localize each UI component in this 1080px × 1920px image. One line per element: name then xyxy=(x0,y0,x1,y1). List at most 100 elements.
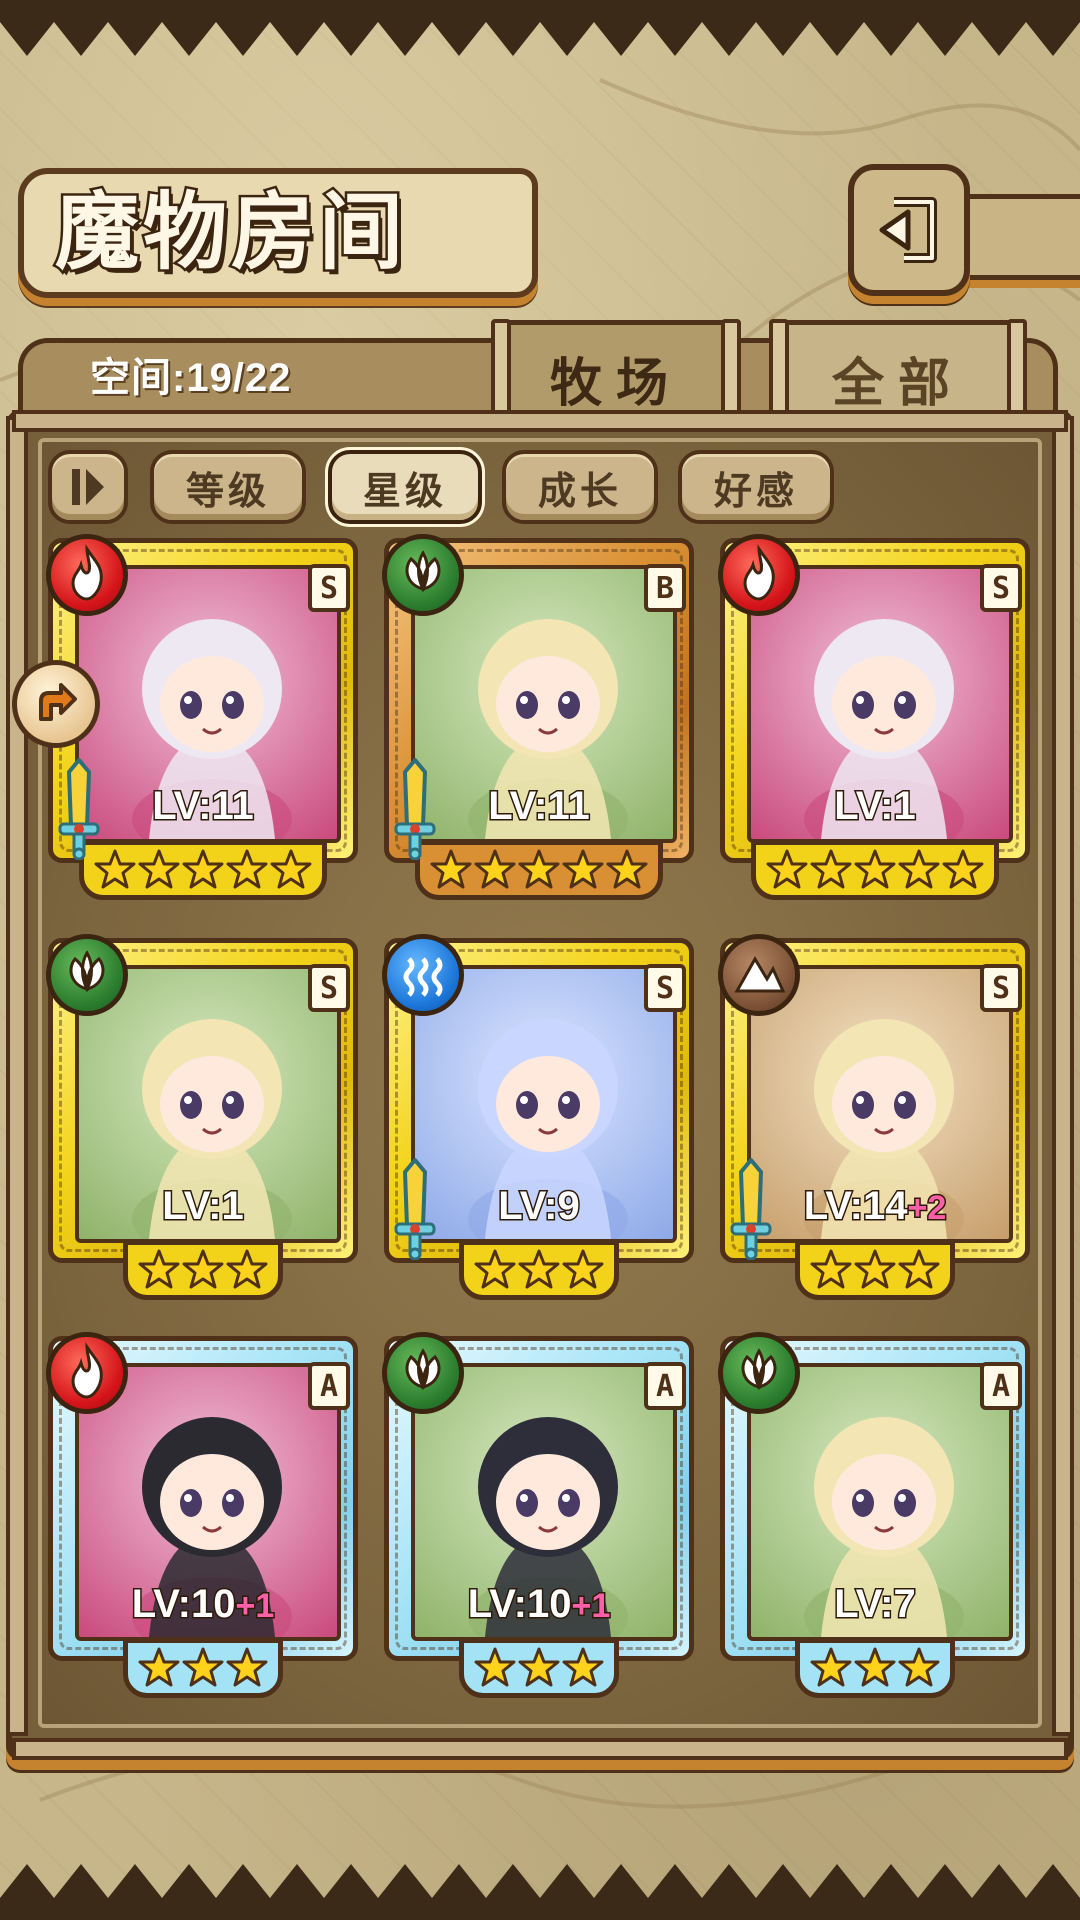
star-icon xyxy=(474,849,516,889)
filter-star-label: 星级 xyxy=(362,467,447,513)
star-icon xyxy=(854,1249,896,1289)
star-icon xyxy=(182,1249,224,1289)
grade-badge: A xyxy=(980,1362,1022,1410)
level-bonus: +1 xyxy=(570,1586,612,1627)
tab-pasture-label: 牧场 xyxy=(549,353,682,414)
grade-badge: S xyxy=(644,964,686,1012)
star-icon xyxy=(226,1647,268,1687)
level-label: LV:10+1 xyxy=(48,1581,358,1628)
sword-icon xyxy=(392,1156,438,1261)
star-icon xyxy=(226,1249,268,1289)
star-rating xyxy=(459,1638,619,1698)
grade-badge: S xyxy=(308,564,350,612)
grade-badge: S xyxy=(980,564,1022,612)
element-leaf-icon xyxy=(382,1332,464,1414)
filter-level-label: 等级 xyxy=(185,467,270,513)
star-icon xyxy=(854,849,896,889)
star-icon xyxy=(810,1249,852,1289)
star-icon xyxy=(138,849,180,889)
star-icon xyxy=(942,849,984,889)
panel-rail-right xyxy=(1052,416,1074,1736)
star-icon xyxy=(138,1249,180,1289)
star-icon xyxy=(898,1647,940,1687)
panel-rail-left xyxy=(6,416,28,1736)
level-text: LV:14 xyxy=(802,1183,909,1230)
level-label: LV:1 xyxy=(48,1183,358,1230)
star-rating xyxy=(415,840,663,900)
panel-rail-top xyxy=(12,410,1068,432)
star-icon xyxy=(606,849,648,889)
level-label: LV:1 xyxy=(720,783,1030,830)
star-icon xyxy=(854,1647,896,1687)
level-text: LV:10 xyxy=(130,1581,237,1628)
monster-card[interactable]: S LV:9 xyxy=(382,934,694,1303)
grade-badge: S xyxy=(980,964,1022,1012)
level-text: LV:1 xyxy=(161,1183,245,1230)
level-bonus: +2 xyxy=(906,1188,948,1229)
filter-level-button[interactable]: 等级 xyxy=(150,450,306,524)
star-icon xyxy=(766,849,808,889)
star-icon xyxy=(518,849,560,889)
monster-card[interactable]: S LV:1 xyxy=(46,934,358,1303)
star-icon xyxy=(898,849,940,889)
grade-badge: B xyxy=(644,564,686,612)
sort-toggle-icon xyxy=(72,469,104,505)
star-rating xyxy=(459,1240,619,1300)
star-icon xyxy=(474,1249,516,1289)
element-water-icon xyxy=(382,934,464,1016)
star-icon xyxy=(518,1249,560,1289)
grade-badge: A xyxy=(644,1362,686,1410)
element-leaf-icon xyxy=(718,1332,800,1414)
panel-rail-bottom xyxy=(12,1738,1068,1760)
side-scroll-button[interactable] xyxy=(12,660,100,748)
sort-toggle-button[interactable] xyxy=(48,450,128,524)
star-icon xyxy=(518,1647,560,1687)
grade-badge: A xyxy=(308,1362,350,1410)
element-fire-icon xyxy=(46,534,128,616)
monster-card[interactable]: S LV:14+2 xyxy=(718,934,1030,1303)
element-earth-icon xyxy=(718,934,800,1016)
filter-growth-button[interactable]: 成长 xyxy=(502,450,658,524)
star-rating xyxy=(123,1638,283,1698)
element-leaf-icon xyxy=(46,934,128,1016)
level-text: LV:7 xyxy=(833,1581,917,1628)
star-icon xyxy=(898,1249,940,1289)
element-fire-icon xyxy=(46,1332,128,1414)
level-text: LV:11 xyxy=(151,783,256,830)
star-rating xyxy=(123,1240,283,1300)
star-icon xyxy=(138,1647,180,1687)
star-rating xyxy=(79,840,327,900)
star-icon xyxy=(226,849,268,889)
level-label: LV:7 xyxy=(720,1581,1030,1628)
monster-card[interactable]: S LV:1 xyxy=(718,534,1030,903)
sword-icon xyxy=(392,756,438,861)
star-icon xyxy=(562,1249,604,1289)
level-text: LV:9 xyxy=(497,1183,581,1230)
star-rating xyxy=(751,840,999,900)
monster-card[interactable]: A LV:7 xyxy=(718,1332,1030,1701)
star-rating xyxy=(795,1638,955,1698)
filter-affection-label: 好感 xyxy=(713,467,798,513)
sword-icon xyxy=(56,756,102,861)
star-rating xyxy=(795,1240,955,1300)
filter-growth-label: 成长 xyxy=(537,467,622,513)
element-leaf-icon xyxy=(382,534,464,616)
tab-all-label: 全部 xyxy=(831,353,964,414)
level-label: LV:10+1 xyxy=(384,1581,694,1628)
back-button[interactable] xyxy=(848,164,970,296)
page-title: 魔物房间 xyxy=(52,180,408,284)
star-icon xyxy=(182,1647,224,1687)
back-rail xyxy=(968,194,1080,280)
space-counter: 空间:19/22 xyxy=(90,356,292,400)
monster-card[interactable]: A LV:10+1 xyxy=(46,1332,358,1701)
filter-star-button[interactable]: 星级 xyxy=(328,450,482,524)
star-icon xyxy=(810,1647,852,1687)
monster-card[interactable]: B LV:11 xyxy=(382,534,694,903)
level-bonus: +1 xyxy=(234,1586,276,1627)
sword-icon xyxy=(728,1156,774,1261)
monster-card[interactable]: A LV:10+1 xyxy=(382,1332,694,1701)
element-fire-icon xyxy=(718,534,800,616)
filter-affection-button[interactable]: 好感 xyxy=(678,450,834,524)
level-text: LV:10 xyxy=(466,1581,573,1628)
arrow-right-icon xyxy=(39,683,77,721)
